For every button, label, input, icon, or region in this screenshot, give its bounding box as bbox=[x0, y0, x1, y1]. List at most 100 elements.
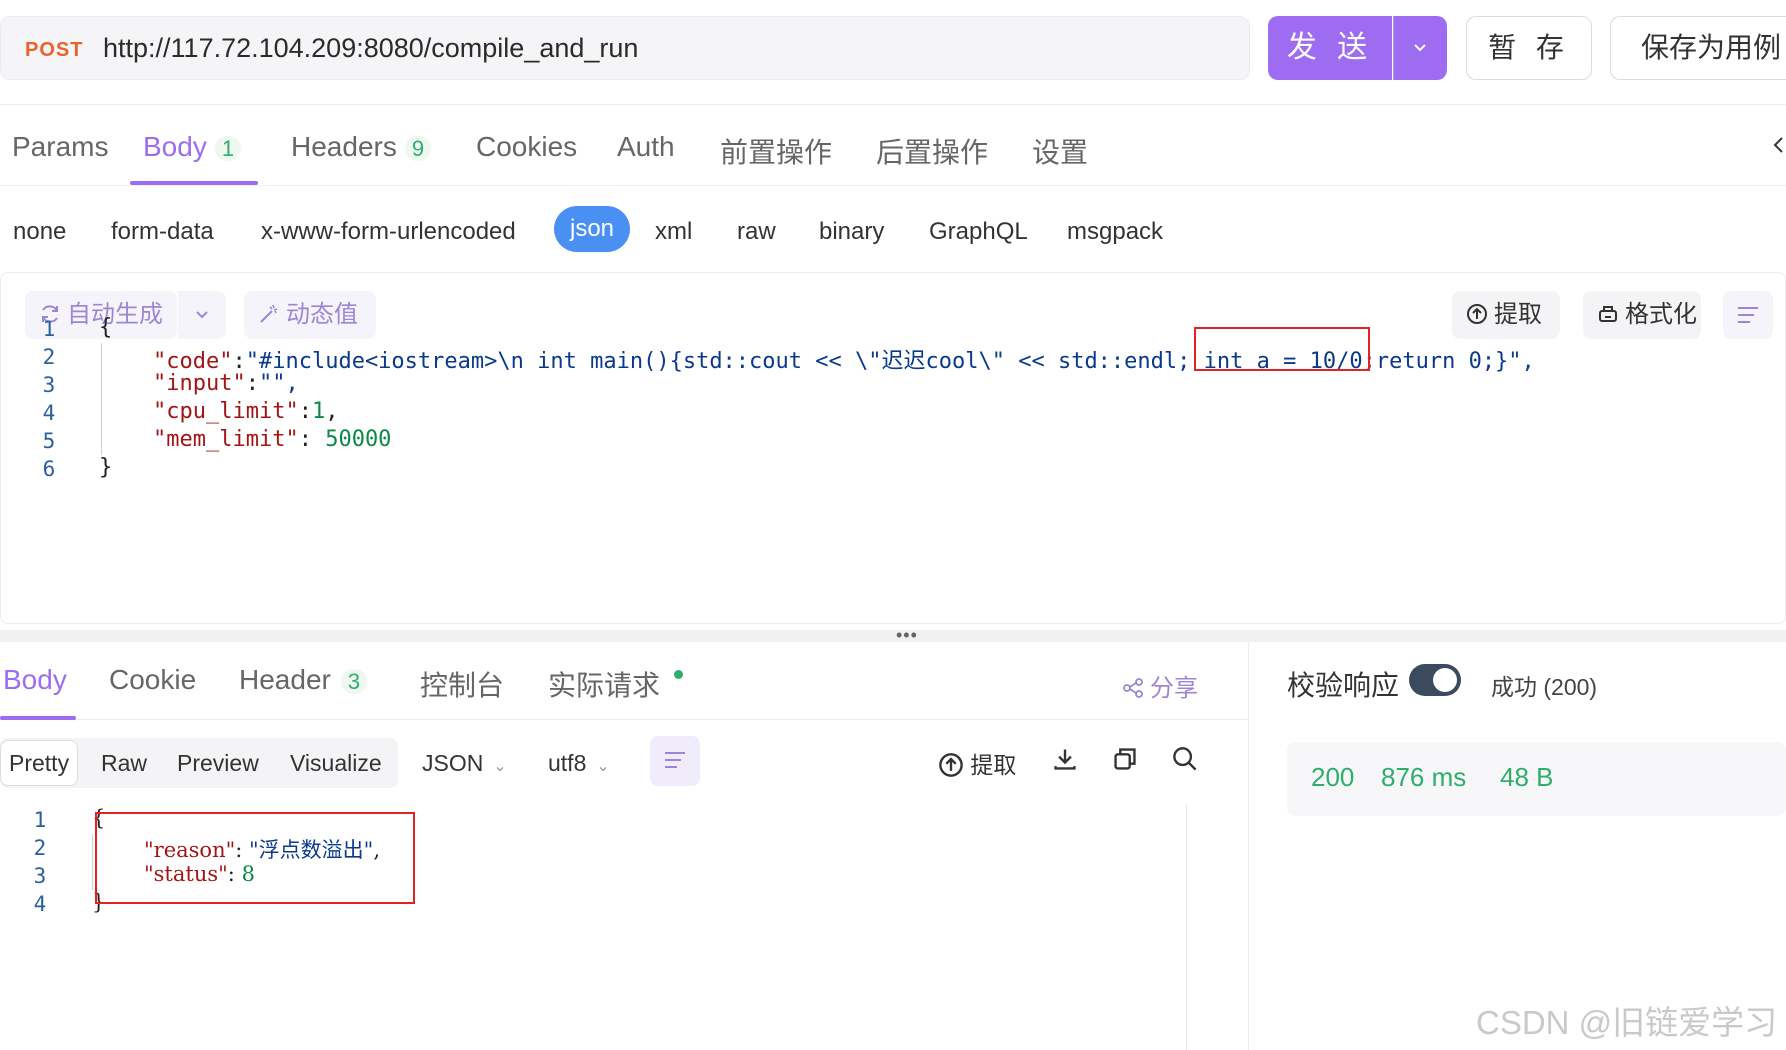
collapse-left-icon[interactable] bbox=[1772, 135, 1784, 155]
url-bar[interactable]: POST http://117.72.104.209:8080/compile_… bbox=[0, 16, 1250, 80]
format-select[interactable]: JSON ⌄ bbox=[422, 750, 507, 777]
watermark: CSDN @旧链爱学习 bbox=[1476, 1004, 1778, 1041]
panel-splitter[interactable]: ••• bbox=[0, 626, 1786, 644]
download-icon bbox=[1054, 749, 1076, 770]
active-tab-indicator bbox=[0, 716, 76, 720]
save-button[interactable]: 暂 存 bbox=[1466, 16, 1592, 80]
body-type-none[interactable]: none bbox=[13, 218, 66, 246]
encoding-select[interactable]: utf8 ⌄ bbox=[548, 750, 610, 777]
line-number: 4 bbox=[33, 892, 47, 916]
highlight-box bbox=[95, 812, 415, 904]
verify-response-toggle[interactable] bbox=[1409, 664, 1461, 696]
view-raw[interactable]: Raw bbox=[101, 738, 147, 788]
tab-post-operations[interactable]: 后置操作 bbox=[876, 131, 988, 171]
wrap-lines-icon bbox=[665, 752, 685, 768]
tab-count-badge: 9 bbox=[404, 136, 432, 161]
method-selector[interactable]: POST bbox=[25, 39, 83, 62]
tab-cookies[interactable]: Cookies bbox=[476, 131, 577, 163]
upload-circle-icon bbox=[1467, 303, 1487, 324]
line-number: 5 bbox=[42, 429, 56, 453]
body-type-xml[interactable]: xml bbox=[655, 218, 692, 246]
wrap-lines-button[interactable] bbox=[650, 736, 700, 786]
status-text: 成功 (200) bbox=[1491, 674, 1598, 700]
status-code: 200 bbox=[1311, 762, 1355, 792]
resp-tab-actual-request[interactable]: 实际请求 bbox=[548, 664, 684, 704]
resp-tab-console[interactable]: 控制台 bbox=[420, 664, 504, 704]
body-type-json[interactable]: json bbox=[554, 206, 631, 252]
request-body-editor[interactable]: 自动生成 动态值 提取 格式化 1 2 3 4 5 6 { "code":"#i… bbox=[0, 272, 1786, 624]
tab-params[interactable]: Params bbox=[12, 131, 108, 163]
code-line: "input":"", bbox=[153, 371, 299, 396]
tab-count-badge: 1 bbox=[214, 136, 242, 161]
url-input[interactable]: http://117.72.104.209:8080/compile_and_r… bbox=[103, 33, 638, 64]
auto-generate-dropdown[interactable] bbox=[178, 291, 226, 339]
view-preview[interactable]: Preview bbox=[177, 738, 259, 788]
code-line: "mem_limit": 50000 bbox=[153, 427, 392, 452]
line-number: 2 bbox=[33, 836, 47, 860]
share-icon bbox=[1123, 677, 1143, 698]
tab-settings[interactable]: 设置 bbox=[1032, 131, 1088, 171]
upload-circle-icon bbox=[939, 753, 963, 777]
download-button[interactable] bbox=[1052, 746, 1078, 773]
wrap-lines-icon bbox=[1738, 307, 1758, 323]
indent-guide bbox=[101, 343, 102, 455]
save-as-case-button[interactable]: 保存为用例 bbox=[1610, 16, 1786, 80]
view-visualize[interactable]: Visualize bbox=[290, 738, 382, 788]
body-type-form-data[interactable]: form-data bbox=[111, 218, 214, 246]
active-tab-indicator bbox=[130, 181, 258, 185]
code-line: { bbox=[99, 315, 113, 340]
body-type-selector: none form-data x-www-form-urlencoded jso… bbox=[0, 206, 1786, 256]
vertical-scrollbar[interactable] bbox=[1186, 804, 1214, 1050]
tab-count-badge: 3 bbox=[340, 669, 368, 694]
resp-tab-header[interactable]: Header 3 bbox=[239, 664, 368, 696]
tab-headers[interactable]: Headers 9 bbox=[291, 131, 432, 163]
share-button[interactable]: 分享 bbox=[1122, 668, 1198, 703]
copy-button[interactable] bbox=[1112, 746, 1138, 773]
view-pretty[interactable]: Pretty bbox=[0, 740, 79, 786]
chevron-down-icon: ⌄ bbox=[493, 758, 507, 775]
request-tabs: Params Body 1 Headers 9 Cookies Auth 前置操作 … bbox=[0, 104, 1786, 186]
code-line: "cpu_limit":1, bbox=[153, 399, 339, 424]
tab-body[interactable]: Body 1 bbox=[143, 131, 242, 163]
copy-icon bbox=[1114, 748, 1136, 770]
body-type-graphql[interactable]: GraphQL bbox=[929, 218, 1028, 246]
send-button[interactable]: 发 送 bbox=[1268, 16, 1392, 80]
body-type-msgpack[interactable]: msgpack bbox=[1067, 218, 1163, 246]
search-button[interactable] bbox=[1172, 746, 1198, 773]
verify-response-label: 校验响应 bbox=[1287, 670, 1400, 701]
response-panel: Body Cookie Header 3 控制台 实际请求 分享 Pretty R… bbox=[0, 642, 1248, 1050]
resp-tab-body[interactable]: Body bbox=[3, 664, 67, 696]
wrap-lines-button[interactable] bbox=[1723, 291, 1773, 339]
line-number: 3 bbox=[33, 864, 47, 888]
extract-button[interactable]: 提取 bbox=[1452, 291, 1560, 339]
line-number: 1 bbox=[33, 808, 47, 832]
tab-pre-operations[interactable]: 前置操作 bbox=[720, 131, 832, 171]
line-number: 3 bbox=[42, 373, 56, 397]
drag-handle-icon[interactable]: ••• bbox=[896, 626, 918, 644]
body-type-binary[interactable]: binary bbox=[819, 218, 884, 246]
brush-icon bbox=[1599, 305, 1617, 322]
code-line: } bbox=[99, 455, 113, 480]
highlight-box bbox=[1194, 327, 1370, 371]
tab-auth[interactable]: Auth bbox=[617, 131, 675, 163]
toggle-knob bbox=[1433, 668, 1457, 692]
chevron-down-icon bbox=[1414, 44, 1426, 52]
format-button[interactable]: 格式化 bbox=[1583, 291, 1701, 339]
chevron-down-icon bbox=[196, 311, 208, 319]
body-type-raw[interactable]: raw bbox=[737, 218, 776, 246]
response-time: 876 ms bbox=[1381, 762, 1467, 792]
indent-guide bbox=[92, 834, 93, 890]
response-meta-box: 200 876 ms 48 B bbox=[1287, 742, 1786, 816]
response-extract-button[interactable]: 提取 bbox=[938, 746, 1016, 780]
response-size: 48 B bbox=[1500, 762, 1554, 792]
body-type-urlencoded[interactable]: x-www-form-urlencoded bbox=[261, 218, 516, 246]
magic-wand-icon bbox=[260, 304, 278, 323]
send-dropdown-button[interactable] bbox=[1393, 16, 1447, 80]
line-number: 1 bbox=[42, 317, 56, 341]
status-dot bbox=[674, 670, 684, 679]
line-number: 2 bbox=[42, 345, 56, 369]
dynamic-value-button[interactable]: 动态值 bbox=[244, 291, 376, 339]
line-number: 4 bbox=[42, 401, 56, 425]
response-tabs: Body Cookie Header 3 控制台 实际请求 分享 bbox=[0, 642, 1248, 720]
resp-tab-cookie[interactable]: Cookie bbox=[109, 664, 196, 696]
